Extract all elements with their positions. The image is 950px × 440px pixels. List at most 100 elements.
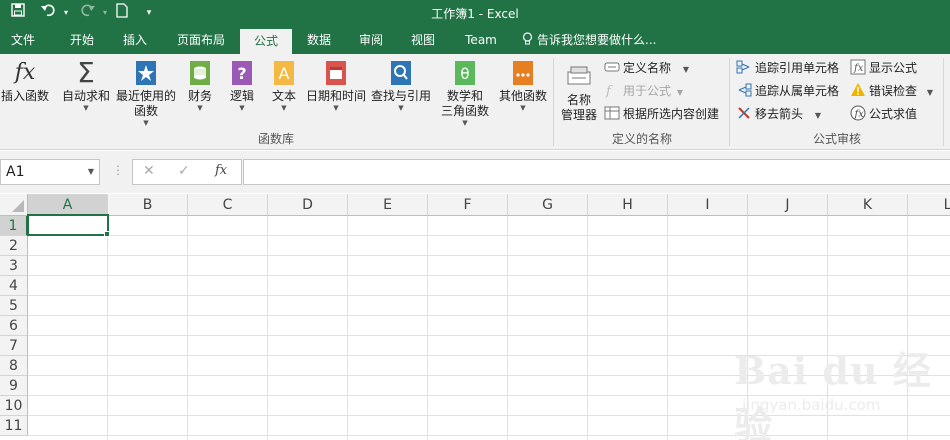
row-header[interactable]: 6 xyxy=(0,316,28,336)
chevron-down-icon: ▼ xyxy=(462,119,468,127)
chevron-down-icon: ▼ xyxy=(676,88,683,97)
grid-row-line xyxy=(28,235,950,236)
column-header[interactable]: D xyxy=(268,194,348,216)
chevron-down-icon: ▼ xyxy=(814,111,821,120)
financial-button[interactable]: 财务 ▼ xyxy=(182,60,218,113)
chevron-down-icon[interactable]: ▼ xyxy=(88,160,94,184)
selected-cell[interactable] xyxy=(27,214,109,236)
column-header[interactable]: G xyxy=(508,194,588,216)
column-header[interactable]: C xyxy=(188,194,268,216)
column-header[interactable]: B xyxy=(108,194,188,216)
recently-used-label-1: 最近使用的 xyxy=(115,89,176,103)
watermark: Bai du 经验 xyxy=(734,348,932,440)
name-manager-button[interactable]: 名称 管理器 xyxy=(558,64,600,123)
ribbon: fx 插入函数 Σ 自动求和 ▼ 最近使用的 函数 ▼ 财务 ▼ ? 逻辑 ▼ … xyxy=(0,54,950,150)
column-header[interactable]: I xyxy=(668,194,748,216)
row-header[interactable]: 9 xyxy=(0,376,28,396)
tab-home[interactable]: 开始 xyxy=(55,26,109,54)
column-header[interactable]: J xyxy=(748,194,828,216)
logical-label: 逻辑 xyxy=(229,89,254,103)
formula-input[interactable] xyxy=(243,159,950,185)
grid-column-line xyxy=(667,216,668,440)
group-divider xyxy=(553,58,554,146)
tab-data[interactable]: 数据 xyxy=(296,26,342,54)
tab-formulas[interactable]: 公式 xyxy=(240,29,292,54)
row-header[interactable]: 10 xyxy=(0,396,28,416)
date-time-label: 日期和时间 xyxy=(305,89,366,103)
grid-column-line xyxy=(587,216,588,440)
row-header[interactable]: 11 xyxy=(0,416,28,436)
date-time-button[interactable]: 日期和时间 ▼ xyxy=(304,60,368,113)
row-header[interactable]: 8 xyxy=(0,356,28,376)
grid-row-line xyxy=(28,275,950,276)
ribbon-tabs: 文件 开始 插入 页面布局 公式 数据 审阅 视图 Team 告诉我您想要做什么… xyxy=(0,26,950,54)
create-from-selection-button[interactable]: 根据所选内容创建 xyxy=(604,104,719,124)
show-formulas-button[interactable]: fx 显示公式 xyxy=(850,58,917,78)
tab-team[interactable]: Team xyxy=(456,26,506,54)
row-header[interactable]: 4 xyxy=(0,276,28,296)
recently-used-button[interactable]: 最近使用的 函数 ▼ xyxy=(113,60,179,128)
grid-column-line xyxy=(347,216,348,440)
more-book-icon xyxy=(510,60,536,86)
column-header[interactable]: L xyxy=(908,194,950,216)
evaluate-formula-label: 公式求值 xyxy=(869,107,918,121)
fill-handle[interactable] xyxy=(104,231,110,237)
select-all-corner[interactable] xyxy=(0,194,28,216)
column-header[interactable]: A xyxy=(28,194,108,216)
row-header[interactable]: 1 xyxy=(0,216,28,236)
defined-names-group-label: 定义的名称 xyxy=(611,132,672,146)
tab-view[interactable]: 视图 xyxy=(400,26,446,54)
tab-page-layout[interactable]: 页面布局 xyxy=(166,26,236,54)
column-header[interactable]: K xyxy=(828,194,908,216)
trace-precedents-button[interactable]: 追踪引用单元格 xyxy=(736,58,839,78)
trace-dependents-button[interactable]: 追踪从属单元格 xyxy=(736,81,839,101)
create-from-selection-label: 根据所选内容创建 xyxy=(623,107,720,121)
row-header[interactable]: 2 xyxy=(0,236,28,256)
tab-insert[interactable]: 插入 xyxy=(112,26,158,54)
grid-column-line xyxy=(507,216,508,440)
column-header[interactable]: F xyxy=(428,194,508,216)
math-trig-label-2: 三角函数 xyxy=(440,104,489,118)
define-name-button[interactable]: 定义名称 ▼ xyxy=(604,58,689,78)
tell-me-box[interactable]: 告诉我您想要做什么... xyxy=(522,26,672,54)
insert-function-icon[interactable]: fx xyxy=(215,163,227,178)
name-tag-icon xyxy=(566,64,592,90)
use-in-formula-label: 用于公式 xyxy=(623,84,672,98)
math-trig-button[interactable]: θ 数学和 三角函数 ▼ xyxy=(434,60,496,128)
star-book-icon xyxy=(133,60,159,86)
use-in-formula-icon: f xyxy=(604,82,620,99)
row-header[interactable]: 7 xyxy=(0,336,28,356)
lookup-reference-button[interactable]: 查找与引用 ▼ xyxy=(370,60,432,113)
grid-column-line xyxy=(187,216,188,440)
error-checking-label: 错误检查 xyxy=(869,84,918,98)
chevron-down-icon: ▼ xyxy=(143,119,149,127)
lookup-reference-label: 查找与引用 xyxy=(370,89,431,103)
row-header[interactable]: 5 xyxy=(0,296,28,316)
row-header[interactable]: 3 xyxy=(0,256,28,276)
evaluate-formula-button[interactable]: fx 公式求值 xyxy=(850,104,917,124)
tab-file[interactable]: 文件 xyxy=(0,26,46,54)
logical-button[interactable]: ? 逻辑 ▼ xyxy=(224,60,260,113)
group-divider xyxy=(729,58,730,146)
formula-bar-buttons: ✕ ✓ fx xyxy=(132,159,242,185)
remove-arrows-button[interactable]: 移去箭头 ▼ xyxy=(736,104,821,124)
column-header[interactable]: E xyxy=(348,194,428,216)
tab-review[interactable]: 审阅 xyxy=(348,26,394,54)
chevron-down-icon: ▼ xyxy=(83,104,89,112)
question-book-icon: ? xyxy=(229,60,255,86)
window-title: 工作簿1 - Excel xyxy=(431,7,519,21)
grid-row-line xyxy=(28,315,950,316)
trace-dependents-label: 追踪从属单元格 xyxy=(755,84,840,98)
show-formulas-label: 显示公式 xyxy=(869,61,918,75)
text-label: 文本 xyxy=(271,89,296,103)
formula-bar-grip-icon: ⋮ xyxy=(112,163,124,177)
magnifier-book-icon xyxy=(388,60,414,86)
text-button[interactable]: A 文本 ▼ xyxy=(266,60,302,113)
insert-function-button[interactable]: fx 插入函数 xyxy=(0,60,50,104)
autosum-button[interactable]: Σ 自动求和 ▼ xyxy=(58,59,114,113)
column-header[interactable]: H xyxy=(588,194,668,216)
more-functions-button[interactable]: 其他函数 ▼ xyxy=(496,60,550,113)
name-box[interactable]: A1 ▼ xyxy=(0,159,100,185)
group-divider xyxy=(943,58,944,146)
error-checking-button[interactable]: 错误检查 ▼ xyxy=(850,81,933,101)
